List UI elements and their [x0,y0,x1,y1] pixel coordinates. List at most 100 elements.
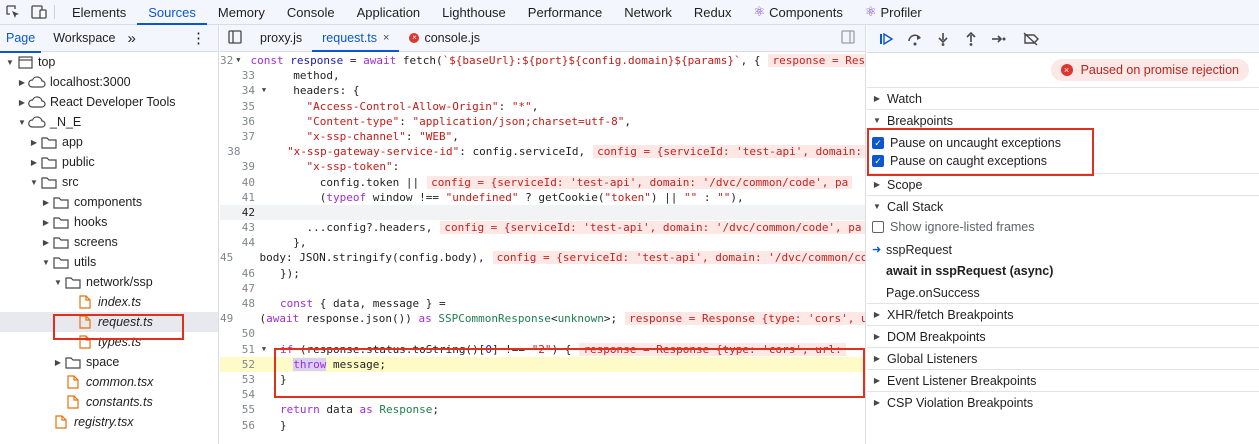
line-number[interactable]: 51 [220,342,258,357]
toggle-debugger-button[interactable] [831,25,865,51]
line-number[interactable]: 37 [220,129,258,144]
step-button[interactable] [985,28,1013,50]
more-tabs-button[interactable]: » [122,25,142,52]
line-number[interactable]: 38 [220,144,244,159]
navigator-menu-button[interactable]: ⋮ [185,25,212,52]
checkbox-checked[interactable]: ✓ [872,155,884,167]
line-number[interactable]: 44 [220,235,258,250]
line-number[interactable]: 52 [220,357,258,372]
line-number[interactable]: 53 [220,372,258,387]
checkbox-checked[interactable]: ✓ [872,137,884,149]
file-tree-folder[interactable]: ▶ space [0,352,218,372]
device-toggle-icon[interactable] [26,0,52,24]
line-number[interactable]: 33 [220,68,258,83]
fold-chevron-icon[interactable]: ▼ [258,83,270,98]
toggle-navigator-button[interactable] [220,25,250,51]
line-number[interactable]: 54 [220,387,258,402]
inspect-icon[interactable] [0,0,26,24]
editor-tab-proxy-js[interactable]: proxy.js [250,25,312,51]
pause-caught-option[interactable]: ✓ Pause on caught exceptions [867,152,1259,170]
file-tree-folder[interactable]: ▼ network/ssp [0,272,218,292]
watch-section[interactable]: ▶ Watch [867,87,1259,109]
editor-tab-console-js[interactable]: × console.js [399,25,490,51]
call-stack-section[interactable]: ▼ Call Stack [867,195,1259,217]
step-into-button[interactable] [929,28,957,50]
dom-breakpoints-section[interactable]: ▶ DOM Breakpoints [867,325,1259,347]
xhr-breakpoints-section[interactable]: ▶ XHR/fetch Breakpoints [867,303,1259,325]
file-tree-folder[interactable]: ▶ components [0,192,218,212]
resume-button[interactable] [873,28,901,50]
line-number[interactable]: 43 [220,220,258,235]
file-tree-file[interactable]: request.ts [0,312,218,332]
file-tree-file[interactable]: registry.tsx [0,412,218,432]
chevron-right-icon[interactable]: ▶ [16,98,28,107]
file-tree-folder[interactable]: ▼ _N_E [0,112,218,132]
tab-performance[interactable]: Performance [517,0,613,24]
line-number[interactable]: 47 [220,281,258,296]
file-tree-folder[interactable]: ▶ localhost:3000 [0,72,218,92]
show-ignore-listed-option[interactable]: Show ignore-listed frames [867,218,1259,236]
line-number[interactable]: 49 [220,311,236,326]
tab-memory[interactable]: Memory [207,0,276,24]
tab-redux[interactable]: Redux [683,0,743,24]
chevron-right-icon[interactable]: ▶ [16,78,28,87]
file-tree-file[interactable]: common.tsx [0,372,218,392]
deactivate-breakpoints-button[interactable] [1017,28,1045,50]
chevron-down-icon[interactable]: ▼ [16,118,28,127]
tab-console[interactable]: Console [276,0,346,24]
chevron-right-icon[interactable]: ▶ [28,158,40,167]
csp-violation-breakpoints-section[interactable]: ▶ CSP Violation Breakpoints [867,391,1259,413]
tab-page[interactable]: Page [0,25,42,53]
tab-components[interactable]: ⚛ Components [742,0,853,24]
scope-section[interactable]: ▶ Scope [867,173,1259,195]
line-number[interactable]: 55 [220,402,258,417]
tab-network[interactable]: Network [613,0,683,24]
file-tree-folder[interactable]: ▶ React Developer Tools [0,92,218,112]
fold-chevron-icon[interactable]: ▼ [258,342,270,357]
line-number[interactable]: 48 [220,296,258,311]
tab-elements[interactable]: Elements [61,0,137,24]
checkbox-unchecked[interactable] [872,221,884,233]
call-frame-current[interactable]: ➜ sspRequest [867,239,1259,260]
tab-lighthouse[interactable]: Lighthouse [431,0,517,24]
chevron-right-icon[interactable]: ▶ [40,238,52,247]
line-number[interactable]: 34 [220,83,258,98]
file-tree-folder[interactable]: ▶ app [0,132,218,152]
line-number[interactable]: 41 [220,190,258,205]
line-number[interactable]: 42 [220,205,258,220]
file-tree-folder[interactable]: ▶ hooks [0,212,218,232]
chevron-right-icon[interactable]: ▶ [40,198,52,207]
pause-uncaught-option[interactable]: ✓ Pause on uncaught exceptions [867,134,1259,152]
chevron-down-icon[interactable]: ▼ [40,258,52,267]
chevron-right-icon[interactable]: ▶ [52,358,64,367]
tab-workspace[interactable]: Workspace [47,25,121,52]
line-number[interactable]: 40 [220,175,258,190]
file-tree-folder[interactable]: ▶ screens [0,232,218,252]
line-number[interactable]: 56 [220,418,258,433]
line-number[interactable]: 45 [220,250,236,265]
step-over-button[interactable] [901,28,929,50]
file-tree-file[interactable]: index.ts [0,292,218,312]
line-number[interactable]: 35 [220,99,258,114]
call-frame[interactable]: Page.onSuccess [867,282,1259,303]
line-number[interactable]: 50 [220,326,258,341]
file-tree-folder[interactable]: ▶ public [0,152,218,172]
tab-application[interactable]: Application [346,0,432,24]
chevron-right-icon[interactable]: ▶ [40,218,52,227]
line-number[interactable]: 36 [220,114,258,129]
tab-sources[interactable]: Sources [137,0,207,25]
step-out-button[interactable] [957,28,985,50]
file-tree-file[interactable]: constants.ts [0,392,218,412]
event-listener-breakpoints-section[interactable]: ▶ Event Listener Breakpoints [867,369,1259,391]
file-tree-folder[interactable]: ▼ src [0,172,218,192]
global-listeners-section[interactable]: ▶ Global Listeners [867,347,1259,369]
line-number[interactable]: 46 [220,266,258,281]
file-tree-folder[interactable]: ▼ utils [0,252,218,272]
line-number[interactable]: 32 [220,53,236,68]
editor-tab-request-ts[interactable]: request.ts × [312,25,400,52]
file-tree-file[interactable]: types.ts [0,332,218,352]
chevron-right-icon[interactable]: ▶ [28,138,40,147]
chevron-down-icon[interactable]: ▼ [28,178,40,187]
chevron-down-icon[interactable]: ▼ [52,278,64,287]
tab-profiler[interactable]: ⚛ Profiler [854,0,933,24]
